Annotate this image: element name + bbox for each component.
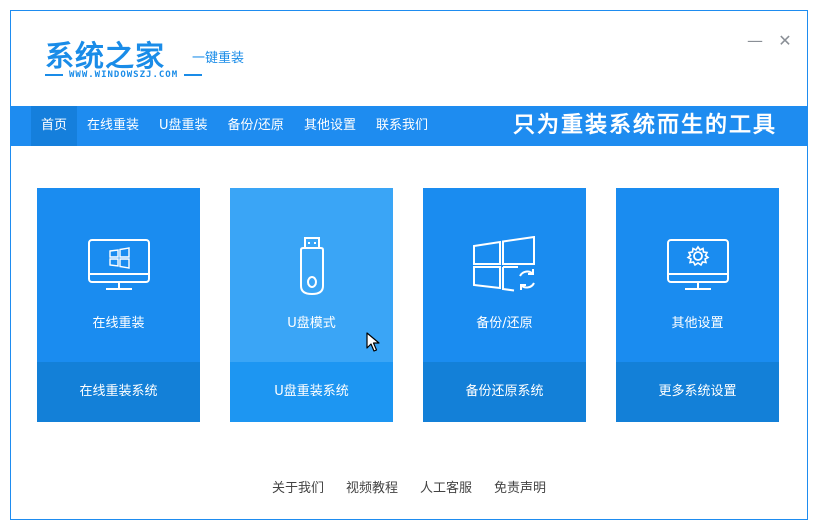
nav-item-usb-install[interactable]: U盘重装 bbox=[149, 106, 218, 146]
footer: 关于我们 视频教程 人工客服 免责声明 bbox=[11, 477, 807, 496]
feature-cards: 在线重装 在线重装系统 U盘模式 U盘重装系统 备份/还原 备份还原系统 其他设… bbox=[37, 188, 781, 423]
windows-restore-icon bbox=[472, 236, 535, 292]
card-action-button[interactable]: 在线重装系统 bbox=[37, 362, 200, 422]
nav-item-online-install[interactable]: 在线重装 bbox=[77, 106, 149, 146]
card-top[interactable]: 在线重装 bbox=[37, 188, 200, 362]
nav-bar: 首页 在线重装 U盘重装 备份/还原 其他设置 联系我们 只为重装系统而生的工具 bbox=[11, 106, 807, 146]
card-label: U盘模式 bbox=[287, 316, 336, 331]
logo-url-dash-right bbox=[184, 74, 203, 76]
card-action-button[interactable]: 备份还原系统 bbox=[423, 362, 586, 422]
logo-subtitle: 一键重装 bbox=[192, 51, 245, 66]
logo-title: 系统之家 bbox=[45, 39, 166, 73]
footer-link-video-tutorial[interactable]: 视频教程 bbox=[346, 477, 398, 496]
nav-item-backup-restore[interactable]: 备份/还原 bbox=[218, 106, 294, 146]
mouse-cursor-icon bbox=[366, 332, 380, 352]
monitor-windows-icon bbox=[87, 239, 150, 290]
minimize-button[interactable]: — bbox=[747, 33, 763, 49]
usb-drive-icon bbox=[299, 237, 324, 296]
card-top[interactable]: 其他设置 bbox=[616, 188, 779, 362]
card-top[interactable]: 备份/还原 bbox=[423, 188, 586, 362]
app-window: 系统之家 一键重装 WWW.WINDOWSZJ.COM — ✕ 首页 在线重装 … bbox=[10, 10, 808, 520]
monitor-gear-icon bbox=[666, 239, 729, 290]
card-label: 在线重装 bbox=[92, 316, 145, 331]
card-action-button[interactable]: 更多系统设置 bbox=[616, 362, 779, 422]
card-usb-mode[interactable]: U盘模式 U盘重装系统 bbox=[230, 188, 393, 422]
card-other-settings[interactable]: 其他设置 更多系统设置 bbox=[616, 188, 779, 422]
card-backup-restore[interactable]: 备份/还原 备份还原系统 bbox=[423, 188, 586, 422]
logo-url: WWW.WINDOWSZJ.COM bbox=[69, 70, 179, 80]
window-controls: — ✕ bbox=[747, 33, 793, 49]
logo: 系统之家 一键重装 WWW.WINDOWSZJ.COM bbox=[45, 33, 245, 93]
nav-item-contact[interactable]: 联系我们 bbox=[366, 106, 438, 146]
nav-slogan: 只为重装系统而生的工具 bbox=[512, 113, 777, 138]
logo-url-dash-left bbox=[45, 74, 63, 76]
nav-item-home[interactable]: 首页 bbox=[31, 106, 78, 146]
close-button[interactable]: ✕ bbox=[777, 33, 793, 49]
card-label: 备份/还原 bbox=[476, 316, 533, 331]
footer-link-support[interactable]: 人工客服 bbox=[420, 477, 472, 496]
card-label: 其他设置 bbox=[671, 316, 724, 331]
card-online-install[interactable]: 在线重装 在线重装系统 bbox=[37, 188, 200, 422]
logo-url-line: WWW.WINDOWSZJ.COM bbox=[45, 70, 235, 80]
card-action-button[interactable]: U盘重装系统 bbox=[230, 362, 393, 422]
nav-item-other-settings[interactable]: 其他设置 bbox=[294, 106, 366, 146]
footer-link-disclaimer[interactable]: 免责声明 bbox=[494, 477, 546, 496]
footer-link-about[interactable]: 关于我们 bbox=[272, 477, 324, 496]
